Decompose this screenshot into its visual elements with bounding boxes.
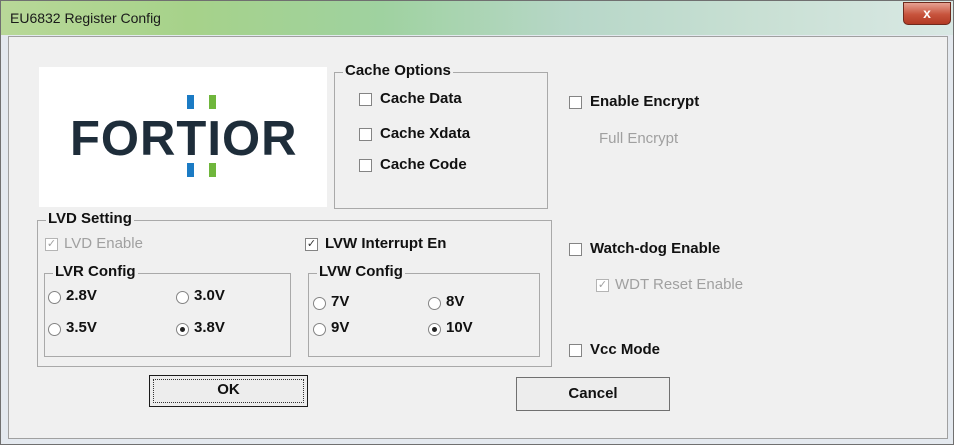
radio-circle[interactable] bbox=[313, 323, 326, 336]
fortior-logo: FORTIOR bbox=[39, 67, 327, 207]
radio-selected-dot bbox=[432, 327, 437, 332]
enable-encrypt-label[interactable]: Enable Encrypt bbox=[590, 93, 699, 110]
radio-label[interactable]: 9V bbox=[331, 319, 349, 336]
checkbox-box[interactable] bbox=[569, 243, 582, 256]
lvw-config-title: LVW Config bbox=[317, 263, 405, 280]
radio-label[interactable]: 3.5V bbox=[66, 319, 97, 336]
ok-button-label[interactable]: OK bbox=[150, 381, 307, 398]
checkbox-box[interactable] bbox=[569, 344, 582, 357]
radio-label[interactable]: 10V bbox=[446, 319, 473, 336]
radio-label[interactable]: 3.8V bbox=[194, 319, 225, 336]
checkbox-box[interactable]: ✓ bbox=[45, 238, 58, 251]
checkbox-box[interactable]: ✓ bbox=[305, 238, 318, 251]
cache-data-label[interactable]: Cache Data bbox=[380, 90, 462, 107]
close-icon: x bbox=[923, 5, 931, 21]
cache-code-label[interactable]: Cache Code bbox=[380, 156, 467, 173]
lvd-enable-label[interactable]: LVD Enable bbox=[64, 235, 143, 252]
radio-label[interactable]: 8V bbox=[446, 293, 464, 310]
full-encrypt-label: Full Encrypt bbox=[599, 130, 679, 147]
logo-bar-blue-bottom bbox=[187, 163, 194, 177]
logo-bar-blue-top bbox=[187, 95, 194, 109]
cache-xdata-label[interactable]: Cache Xdata bbox=[380, 125, 470, 142]
radio-label[interactable]: 2.8V bbox=[66, 287, 97, 304]
watchdog-enable-label[interactable]: Watch-dog Enable bbox=[590, 240, 720, 257]
radio-selected-dot bbox=[180, 327, 185, 332]
checkbox-box[interactable] bbox=[359, 93, 372, 106]
close-button[interactable]: x bbox=[903, 2, 951, 25]
dialog-client-area: FORTIOR Cache Options Cache Data Cache X… bbox=[8, 36, 948, 439]
vcc-mode-label[interactable]: Vcc Mode bbox=[590, 341, 660, 358]
radio-circle[interactable] bbox=[176, 323, 189, 336]
cache-options-group: Cache Options Cache Data Cache Xdata Cac… bbox=[334, 62, 548, 209]
lvd-setting-title: LVD Setting bbox=[46, 210, 134, 227]
dialog-window: EU6832 Register Config x FORTIOR Cache O… bbox=[0, 0, 954, 445]
radio-label[interactable]: 3.0V bbox=[194, 287, 225, 304]
window-title: EU6832 Register Config bbox=[10, 10, 161, 26]
checkbox-box[interactable] bbox=[359, 128, 372, 141]
lvw-interrupt-label[interactable]: LVW Interrupt En bbox=[325, 235, 446, 252]
cancel-button-label[interactable]: Cancel bbox=[517, 385, 669, 402]
radio-circle[interactable] bbox=[428, 297, 441, 310]
checkbox-box[interactable] bbox=[569, 96, 582, 109]
radio-circle[interactable] bbox=[428, 323, 441, 336]
ok-button[interactable]: OK bbox=[149, 375, 308, 407]
radio-label[interactable]: 7V bbox=[331, 293, 349, 310]
cancel-button[interactable]: Cancel bbox=[516, 377, 670, 411]
logo-wordmark: FORTIOR bbox=[70, 112, 298, 166]
checkbox-box[interactable]: ✓ bbox=[596, 279, 609, 292]
wdt-reset-enable-label[interactable]: WDT Reset Enable bbox=[615, 276, 743, 293]
lvr-config-group: LVR Config 2.8V 3.0V 3.5V 3.8V bbox=[44, 263, 291, 357]
checkbox-box[interactable] bbox=[359, 159, 372, 172]
lvr-config-title: LVR Config bbox=[53, 263, 138, 280]
radio-circle[interactable] bbox=[48, 323, 61, 336]
radio-circle[interactable] bbox=[48, 291, 61, 304]
title-bar[interactable]: EU6832 Register Config x bbox=[1, 1, 953, 35]
lvd-setting-group: LVD Setting ✓ LVD Enable ✓ LVW Interrupt… bbox=[37, 210, 552, 367]
lvw-config-group: LVW Config 7V 8V 9V 10V bbox=[308, 263, 540, 357]
cache-options-title: Cache Options bbox=[343, 62, 453, 79]
logo-bar-green-top bbox=[209, 95, 216, 109]
radio-circle[interactable] bbox=[176, 291, 189, 304]
radio-circle[interactable] bbox=[313, 297, 326, 310]
logo-bar-green-bottom bbox=[209, 163, 216, 177]
